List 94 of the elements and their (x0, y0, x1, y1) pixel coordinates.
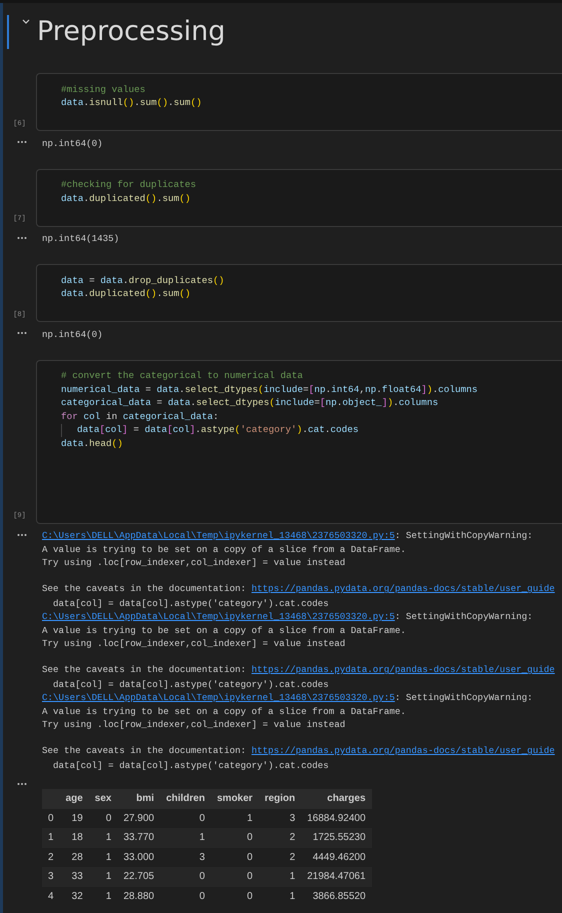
output-line: np.int64(0) (42, 136, 103, 150)
table-cell: 32 (60, 886, 89, 906)
table-cell: 33.000 (117, 848, 160, 867)
section-heading: Preprocessing (37, 15, 226, 49)
table-cell: 1 (88, 886, 118, 906)
code-line: data.isnull().sum().sum() (61, 96, 202, 110)
code-line: data.duplicated().sum() (61, 192, 190, 206)
more-icon[interactable] (17, 140, 27, 144)
table-cell: 28.880 (117, 886, 160, 906)
column-header: bmi (117, 788, 160, 808)
table-cell: 27.900 (117, 808, 160, 828)
table-cell: 1 (258, 867, 302, 886)
output-line: C:\Users\DELL\AppData\Local\Temp\ipykernel_13468\2376503320.py:5: SettingWithCopyWarning: (42, 691, 533, 705)
code-line: data.head() (61, 436, 123, 451)
table-cell: 4 (42, 886, 60, 906)
column-header: smoker (210, 788, 259, 808)
table-cell: 0 (160, 808, 211, 828)
code-cell[interactable]: data = data.drop_duplicates() data.duplicated().sum() (36, 264, 562, 322)
code-cell[interactable]: #checking for duplicates data.duplicated().sum() (36, 168, 562, 226)
table-cell: 1 (160, 828, 211, 848)
output-line: Try using .loc[row_indexer,col_indexer] = value instead (42, 556, 346, 570)
output-line: See the caveats in the documentation: https://pandas.pydata.org/pandas-docs/stable/user_guide (42, 663, 555, 677)
table-cell: 4449.46200 (301, 848, 372, 867)
more-icon[interactable] (17, 236, 27, 240)
table-cell: 0 (210, 867, 259, 886)
table-cell: 0 (160, 867, 211, 886)
code-line: data[col] = data[col].astype('category').cat.codes (77, 423, 359, 438)
table-cell: 0 (210, 886, 259, 906)
table-cell: 2 (42, 848, 60, 867)
code-line: data = data.drop_duplicates() (61, 274, 224, 288)
code-cell[interactable]: #missing values data.isnull().sum().sum() (36, 73, 562, 131)
file-link[interactable]: https://pandas.pydata.org/pandas-docs/stable/user_guide (252, 664, 555, 676)
table-cell: 33 (60, 867, 89, 886)
table-cell: 1 (210, 808, 259, 828)
output-line: data[col] = data[col].astype('category').cat.codes (52, 678, 329, 692)
more-icon[interactable] (17, 331, 27, 335)
column-header: children (160, 788, 211, 808)
code-cell[interactable] (36, 360, 562, 524)
table-cell: 3 (160, 848, 211, 867)
code-line: data.duplicated().sum() (61, 287, 190, 302)
table-cell: 1 (88, 828, 118, 848)
more-icon[interactable] (17, 782, 27, 786)
table-cell: 18 (60, 828, 89, 848)
file-link[interactable]: https://pandas.pydata.org/pandas-docs/stable/user_guide (252, 583, 555, 594)
output-line: See the caveats in the documentation: https://pandas.pydata.org/pandas-docs/stable/user_guide (42, 744, 555, 758)
code-line: #checking for duplicates (61, 178, 196, 192)
table-cell: 3866.85520 (301, 886, 372, 906)
table-cell: 22.705 (117, 867, 160, 886)
output-line: See the caveats in the documentation: https://pandas.pydata.org/pandas-docs/stable/user_guide (42, 582, 555, 596)
table-cell: 2 (258, 848, 302, 867)
table-cell: 0 (210, 828, 259, 848)
code-line: categorical_data = data.select_dtypes(include=[np.object_]).columns (61, 396, 438, 410)
table-cell: 0 (42, 808, 60, 828)
table-cell: 1 (88, 848, 118, 867)
output-line: data[col] = data[col].astype('category').cat.codes (52, 758, 329, 772)
code-line: #missing values (61, 82, 146, 97)
table-cell: 3 (42, 867, 60, 886)
output-line: C:\Users\DELL\AppData\Local\Temp\ipykernel_13468\2376503320.py:5: SettingWithCopyWarning: (42, 529, 533, 543)
table-cell: 21984.47061 (301, 867, 372, 886)
table-cell: 0 (210, 848, 259, 867)
table-cell: 3 (258, 808, 302, 828)
table-cell: 1 (258, 886, 302, 906)
output-line: Try using .loc[row_indexer,col_indexer] = value instead (42, 637, 346, 651)
column-header: age (60, 788, 89, 808)
chevron-icon[interactable] (21, 18, 31, 26)
column-header: region (258, 788, 302, 808)
output-line: A value is trying to be set on a copy of a slice from a DataFrame. (42, 704, 406, 718)
table-cell: 1 (42, 828, 60, 848)
table-cell: 33.770 (117, 828, 160, 848)
column-header: charges (301, 788, 372, 808)
output-line: data[col] = data[col].astype('category').cat.codes (52, 596, 329, 610)
table-cell: 0 (88, 808, 118, 828)
table-cell: 28 (60, 848, 89, 867)
more-icon[interactable] (17, 532, 27, 536)
output-line: Try using .loc[row_indexer,col_indexer] = value instead (42, 718, 346, 732)
output-line: C:\Users\DELL\AppData\Local\Temp\ipykernel_13468\2376503320.py:5: SettingWithCopyWarning: (42, 610, 533, 624)
code-line: # convert the categorical to numerical data (61, 369, 303, 384)
file-link[interactable]: https://pandas.pydata.org/pandas-docs/stable/user_guide (252, 745, 555, 756)
column-header: sex (88, 788, 118, 808)
table-cell: 1 (88, 867, 118, 886)
file-link[interactable]: C:\Users\DELL\AppData\Local\Temp\ipykernel_13468\2376503320.py:5 (42, 530, 395, 542)
output-line: A value is trying to be set on a copy of a slice from a DataFrame. (42, 542, 406, 556)
file-link[interactable]: C:\Users\DELL\AppData\Local\Temp\ipykernel_13468\2376503320.py:5 (42, 611, 395, 622)
table-cell: 1725.55230 (301, 828, 372, 848)
output-line: np.int64(0) (42, 328, 103, 342)
file-link[interactable]: C:\Users\DELL\AppData\Local\Temp\ipykernel_13468\2376503320.py:5 (42, 692, 395, 704)
table-cell: 2 (258, 828, 302, 848)
output-line: A value is trying to be set on a copy of a slice from a DataFrame. (42, 624, 406, 638)
code-line: numerical_data = data.select_dtypes(include=[np.int64,np.float64]).columns (61, 382, 478, 397)
table-cell: 19 (60, 808, 89, 828)
table-cell: 16884.92400 (301, 808, 372, 828)
output-line: np.int64(1435) (42, 232, 120, 246)
code-line: for col in categorical_data: (61, 410, 219, 424)
table-cell: 0 (160, 886, 211, 906)
